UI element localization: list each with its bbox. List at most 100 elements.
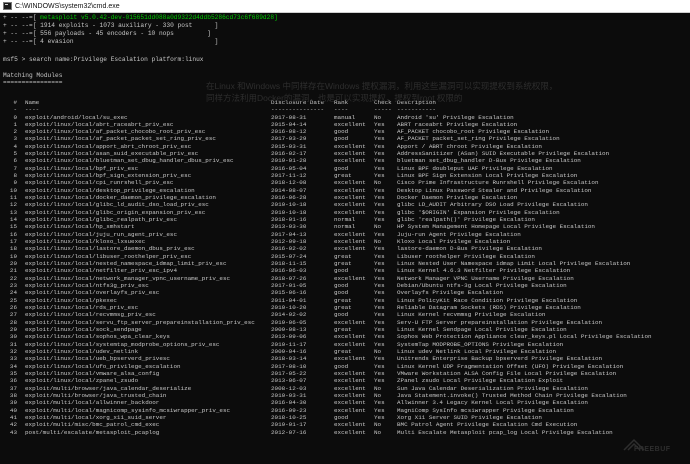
check: Yes — [374, 326, 385, 334]
banner-prefix: + -- --=[ — [3, 22, 41, 29]
table-row: 41 exploit/multi/local/xorg_x11_suid_serv… — [3, 414, 687, 421]
check: Yes — [374, 252, 385, 260]
description: Network Manager VPNC Username Privilege … — [397, 274, 574, 282]
table-row: 40 exploit/multi/local/magnicomp_sysinfo_… — [3, 407, 687, 414]
table-row: 20 exploit/linux/local/nested_namespace_i… — [3, 260, 687, 267]
table-row: 9 exploit/linux/local/cpi_runrshell_priv_… — [3, 179, 687, 186]
description: bluetman set_dbug_handler D-Bus Privileg… — [397, 157, 581, 165]
rank: good — [334, 414, 349, 422]
disclosure-date: 2016-04-30 — [271, 399, 307, 407]
banner-version: metasploit v5.0.42-dev-015651dd088a0d932… — [40, 14, 278, 21]
check: No — [374, 392, 382, 400]
table-row: 14 exploit/linux/local/glibc_realpath_pri… — [3, 216, 687, 223]
row-num: 17 — [9, 238, 17, 246]
module-name: exploit/linux/local/glibc_origin_expansi… — [25, 208, 206, 216]
description: ABRT raceabrt Privilege Escalation — [397, 120, 518, 128]
check: Yes — [374, 150, 385, 158]
check: Yes — [374, 172, 385, 180]
row-num: 41 — [9, 414, 17, 422]
window-titlebar[interactable]: C:\WINDOWS\system32\cmd.exe — [0, 0, 690, 13]
table-row: 1 exploit/linux/local/abrt_raceabrt_priv_… — [3, 121, 687, 128]
disclosure-date: 2017-08-10 — [271, 362, 307, 370]
msf-prompt: msf5 > — [3, 56, 29, 63]
table-header-separator: - ---- --------------- ---- ----- ------… — [3, 106, 687, 113]
module-name: exploit/linux/local/bpf_priv_esc — [25, 164, 139, 172]
rank: excellent — [334, 384, 366, 392]
table-row: 19 exploit/linux/local/libuser_roothelper… — [3, 253, 687, 260]
rank: good — [334, 267, 349, 275]
description: Linux Kernel recvmmsg Privilege Escalati… — [397, 311, 546, 319]
table-row: 30 exploit/linux/local/sophos_wpa_clear_k… — [3, 333, 687, 340]
table-row: 10 exploit/linux/local/desktop_privilege_… — [3, 187, 687, 194]
rank: excellent — [334, 406, 366, 414]
module-name: exploit/linux/local/sophos_wpa_clear_key… — [25, 333, 170, 341]
rank: excellent — [334, 194, 366, 202]
description: glibc 'realpath()' Privilege Escalation — [397, 216, 535, 224]
description: Debian/Ubuntu ntfs-3g Local Privilege Es… — [397, 282, 567, 290]
table-row: 22 exploit/linux/local/network_manager_vp… — [3, 275, 687, 282]
row-num: 18 — [9, 245, 17, 253]
check: Yes — [374, 377, 385, 385]
table-row: 25 exploit/linux/local/pkexec 2011-04-01 gr… — [3, 297, 687, 304]
cmd-icon — [3, 2, 12, 10]
rank: good — [334, 135, 349, 143]
row-num: 2 — [13, 128, 17, 136]
description: Linux BPF doubleput UAF Privilege Escala… — [397, 164, 553, 172]
check: No — [374, 113, 382, 121]
sep-rank: ---- — [334, 106, 349, 113]
description: Linux BPF Sign Extension Local Privilege… — [397, 172, 578, 180]
row-num: 5 — [13, 150, 17, 158]
check: Yes — [374, 399, 385, 407]
banner-line-evasion: + -- --=[ 4 evasion ] — [3, 38, 218, 46]
banner-line-exploits: + -- --=[ 1914 exploits - 1073 auxiliary… — [3, 22, 218, 30]
rank: good — [334, 282, 349, 290]
description: Android 'su' Privilege Escalation — [397, 113, 514, 121]
check: Yes — [374, 355, 385, 363]
command-line[interactable]: msf5 > search name:Privilege Escalation … — [3, 56, 204, 64]
disclosure-date: 2018-12-08 — [271, 179, 307, 187]
description: Sun Java Calendar Deserialization Privil… — [397, 384, 588, 392]
banner-prefix: + -- --=[ — [3, 38, 41, 45]
check: Yes — [374, 274, 385, 282]
disclosure-date: 2013-09-06 — [271, 333, 307, 341]
row-num: 19 — [9, 252, 17, 260]
row-num: 6 — [13, 157, 17, 165]
check: Yes — [374, 230, 385, 238]
row-num: 26 — [9, 304, 17, 312]
sep-name: ---- — [25, 106, 40, 113]
check: Yes — [374, 289, 385, 297]
table-row: 29 exploit/linux/local/sock_sendpage 2009-… — [3, 326, 687, 333]
module-name: exploit/linux/local/kloxo_lxsuexec — [25, 238, 146, 246]
rank: excellent — [334, 230, 366, 238]
row-num: 34 — [9, 362, 17, 370]
rank: great — [334, 348, 352, 356]
module-name: exploit/linux/local/servu_ftp_server_pre… — [25, 318, 255, 326]
check: Yes — [374, 296, 385, 304]
check: Yes — [374, 333, 385, 341]
module-name: exploit/linux/local/glibc_ld_audit_dso_l… — [25, 201, 209, 209]
check: No — [374, 384, 382, 392]
row-num: 16 — [9, 230, 17, 238]
rank: excellent — [334, 333, 366, 341]
row-num: 25 — [9, 296, 17, 304]
module-name: exploit/linux/local/ufo_privilege_escala… — [25, 362, 181, 370]
description: VMware Workstation ALSA Config File Loca… — [397, 370, 617, 378]
check: Yes — [374, 362, 385, 370]
description: Serv-U FTP Server prepareinstallation Pr… — [397, 318, 603, 326]
table-row: 34 exploit/linux/local/ufo_privilege_esca… — [3, 363, 687, 370]
check: Yes — [374, 414, 385, 422]
check: Yes — [374, 260, 385, 268]
module-name: exploit/linux/local/netfilter_priv_esc_i… — [25, 267, 178, 275]
disclosure-date: 2013-06-07 — [271, 377, 307, 385]
disclosure-date: 2016-02-17 — [271, 150, 307, 158]
module-name: exploit/linux/local/network_manager_vpnc… — [25, 274, 231, 282]
description: Allwinner 3.4 Legacy Kernel Local Privil… — [397, 399, 588, 407]
table-row: 4 exploit/linux/local/apport_abrt_chroot_… — [3, 143, 687, 150]
terminal-window: C:\WINDOWS\system32\cmd.exe + -- --=[ me… — [0, 0, 690, 464]
rank: good — [334, 311, 349, 319]
row-num: 31 — [9, 340, 17, 348]
check: No — [374, 238, 382, 246]
module-name: exploit/linux/local/sock_sendpage — [25, 326, 142, 334]
disclosure-date: 2010-11-17 — [271, 340, 307, 348]
rank: great — [334, 326, 352, 334]
